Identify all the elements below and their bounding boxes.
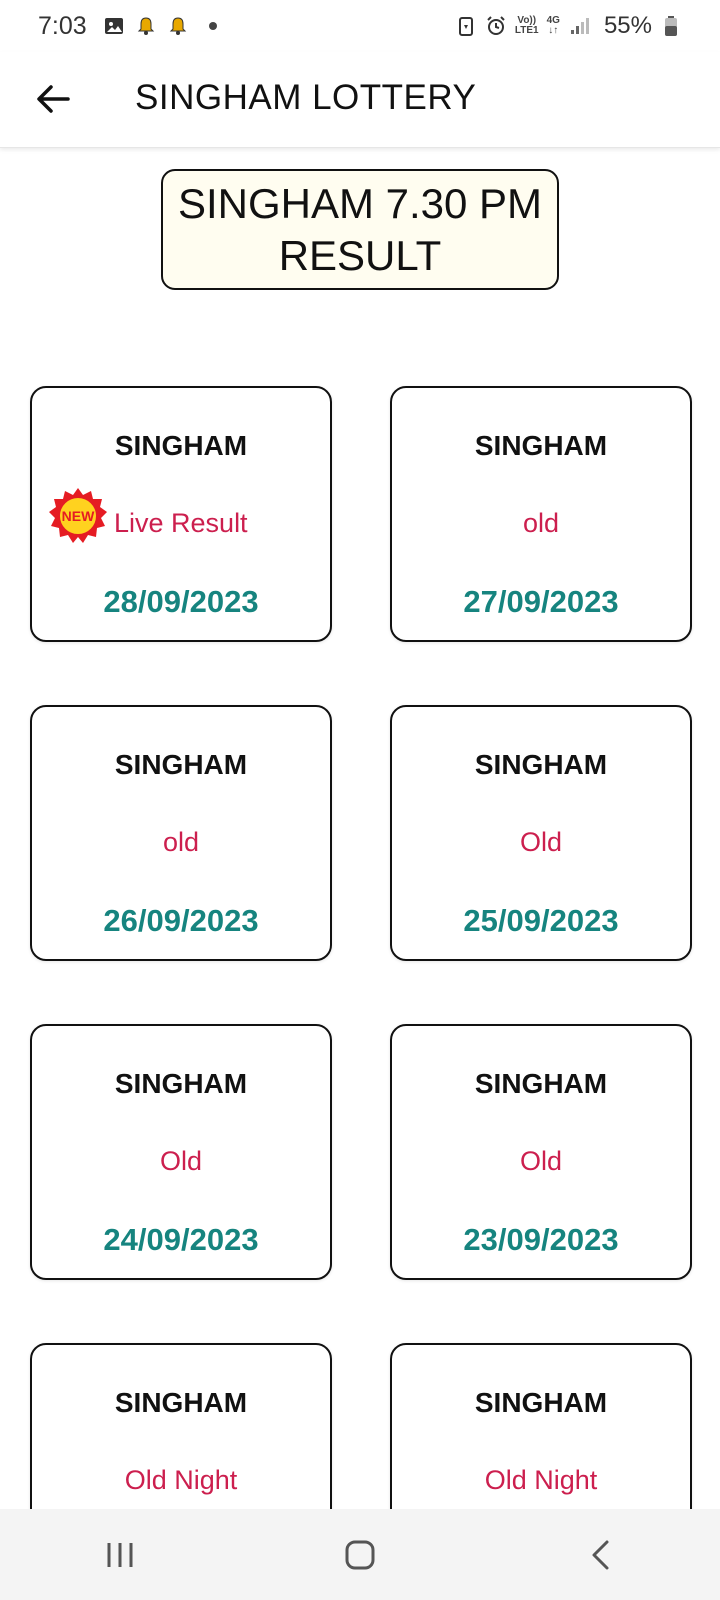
status-time: 7:03	[38, 11, 87, 40]
new-badge-icon: NEW	[49, 488, 107, 543]
card-title: SINGHAM	[474, 1387, 608, 1418]
battery-saver-icon	[458, 17, 473, 36]
card-title: SINGHAM	[474, 1068, 608, 1099]
card-title: SINGHAM	[474, 430, 608, 461]
card-status: Old Night	[484, 1465, 598, 1495]
card-status: Live Result	[114, 508, 248, 538]
card-date: 25/09/2023	[463, 903, 619, 938]
battery-percent: 55%	[603, 12, 652, 39]
system-nav-bar	[0, 1509, 720, 1600]
result-card[interactable]: SINGHAM Old 25/09/2023	[390, 705, 692, 961]
result-card[interactable]: SINGHAM NEW Live Result 28/09/2023	[30, 386, 332, 642]
notification-bell-icon	[137, 17, 154, 35]
network-type-indicator: 4G ↓↑	[546, 15, 560, 36]
chevron-left-icon	[592, 1540, 609, 1569]
page-title: SINGHAM LOTTERY	[135, 78, 477, 117]
volte-indicator: Vo)) LTE1	[514, 15, 539, 36]
nav-back-button[interactable]	[555, 1525, 645, 1585]
card-date: 26/09/2023	[103, 903, 259, 938]
card-date: 28/09/2023	[103, 584, 259, 619]
result-card[interactable]: SINGHAM old 26/09/2023	[30, 705, 332, 961]
card-status: Old Night	[124, 1465, 238, 1495]
status-right: Vo)) LTE1 4G ↓↑ 55%	[455, 12, 682, 40]
card-date: 24/09/2023	[103, 1222, 259, 1257]
status-bar: 7:03 Vo)) LTE1 4G ↓↑ 55%	[0, 0, 720, 52]
back-button[interactable]	[30, 76, 76, 122]
result-card[interactable]: SINGHAM old 27/09/2023	[390, 386, 692, 642]
card-title: SINGHAM	[114, 1068, 248, 1099]
result-heading: SINGHAM 7.30 PM RESULT	[161, 169, 559, 290]
result-heading-line2: RESULT	[278, 231, 442, 279]
home-icon	[345, 1540, 375, 1569]
recent-apps-icon	[107, 1542, 133, 1567]
card-status: Old	[519, 827, 563, 857]
card-date: 23/09/2023	[463, 1222, 619, 1257]
card-status: old	[522, 508, 560, 538]
notification-dot-icon	[208, 22, 217, 30]
result-card[interactable]: SINGHAM Old 23/09/2023	[390, 1024, 692, 1280]
arrow-left-icon	[37, 85, 70, 113]
gallery-icon	[104, 18, 123, 34]
result-card[interactable]: SINGHAM Old 24/09/2023	[30, 1024, 332, 1280]
card-status: Old	[519, 1146, 563, 1176]
app-bar: SINGHAM LOTTERY	[0, 52, 720, 148]
battery-icon	[665, 16, 677, 36]
alarm-icon	[487, 16, 505, 35]
signal-icon	[570, 18, 589, 34]
card-status: Old	[159, 1146, 203, 1176]
recents-button[interactable]	[75, 1525, 165, 1585]
card-title: SINGHAM	[114, 749, 248, 780]
status-left: 7:03	[38, 12, 217, 41]
card-status: old	[162, 827, 200, 857]
svg-text:NEW: NEW	[62, 508, 95, 524]
card-title: SINGHAM	[474, 749, 608, 780]
home-button[interactable]	[315, 1525, 405, 1585]
notification-bell-icon	[169, 17, 186, 35]
result-heading-line1: SINGHAM 7.30 PM	[177, 179, 543, 227]
card-title: SINGHAM	[114, 430, 248, 461]
card-date: 27/09/2023	[463, 584, 619, 619]
card-title: SINGHAM	[114, 1387, 248, 1418]
